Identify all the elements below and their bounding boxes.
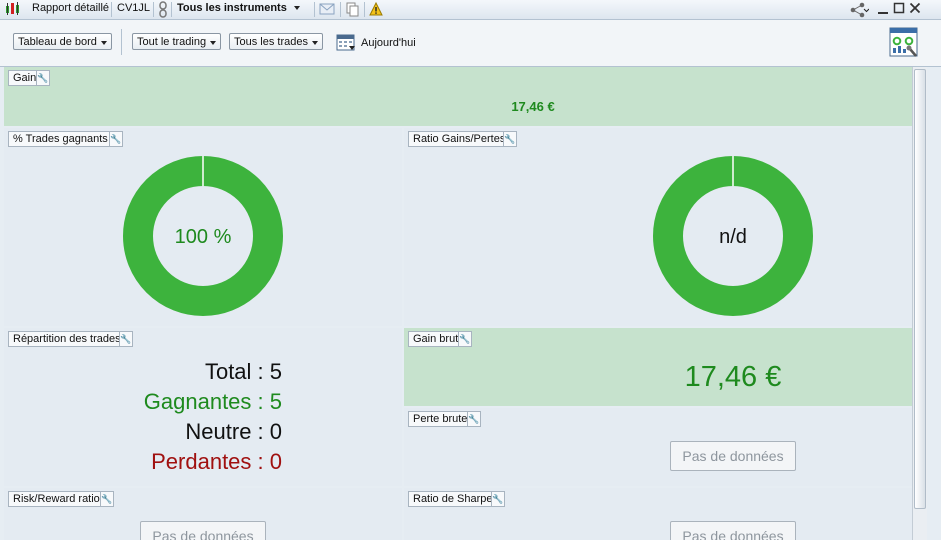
copy-icon[interactable]: [346, 2, 360, 21]
gross-gain-value: 17,46 €: [684, 361, 782, 393]
wrench-icon[interactable]: 🔧: [36, 70, 50, 86]
wrench-icon[interactable]: 🔧: [119, 331, 133, 347]
wrench-icon[interactable]: 🔧: [503, 131, 517, 147]
maximize-icon[interactable]: [893, 1, 905, 20]
view-select[interactable]: Tableau de bord: [13, 33, 112, 50]
link-icon[interactable]: [158, 1, 168, 20]
gross-loss-panel: Perte brute 🔧 Pas de données: [404, 408, 912, 486]
wrench-icon[interactable]: 🔧: [458, 331, 472, 347]
toolbar: Tableau de bord Tout le trading Tous les…: [0, 20, 941, 67]
neutral-stat: Neutre : 0: [185, 419, 282, 444]
warning-icon[interactable]: [369, 1, 383, 21]
win-pct-value: 100 %: [174, 226, 232, 248]
risk-reward-title: Risk/Reward ratio: [8, 491, 105, 507]
report-label[interactable]: Rapport détaillé: [32, 0, 109, 19]
separator: [340, 2, 341, 17]
gain-value: 17,46 €: [511, 99, 555, 114]
sharpe-panel: Ratio de Sharpe 🔧 Pas de données: [404, 488, 912, 540]
ratio-value: n/d: [719, 226, 747, 248]
dropdown-arrow-icon: [293, 6, 300, 11]
scrollbar-thumb[interactable]: [914, 69, 926, 509]
ratio-panel: Ratio Gains/Pertes 🔧 n/d: [404, 128, 912, 326]
instruments-label: Tous les instruments: [177, 2, 287, 14]
wrench-icon[interactable]: 🔧: [109, 131, 123, 147]
separator: [364, 2, 365, 17]
sharpe-nodata: Pas de données: [670, 521, 796, 540]
calendar-icon[interactable]: [336, 32, 356, 55]
wrench-icon[interactable]: 🔧: [100, 491, 114, 507]
vertical-scrollbar[interactable]: [912, 67, 927, 540]
win-pct-panel: % Trades gagnants 🔧 100 %: [4, 128, 402, 326]
trading-select[interactable]: Tout le trading: [132, 33, 222, 50]
share-icon[interactable]: [849, 1, 870, 20]
gross-gain-panel: Gain brut 🔧 17,46 €: [404, 328, 912, 406]
separator: [153, 2, 154, 17]
separator: [171, 2, 172, 17]
sharpe-title: Ratio de Sharpe: [408, 491, 498, 507]
distribution-title: Répartition des trades: [8, 331, 126, 347]
gross-gain-title: Gain brut: [408, 331, 464, 347]
date-label[interactable]: Aujourd'hui: [361, 37, 416, 49]
wrench-icon[interactable]: 🔧: [467, 411, 481, 427]
title-bar: Rapport détaillé CV1JL Tous les instrume…: [0, 0, 941, 20]
separator: [121, 29, 122, 55]
minimize-icon[interactable]: [877, 1, 889, 20]
wrench-icon[interactable]: 🔧: [491, 491, 505, 507]
gross-loss-title: Perte brute: [408, 411, 473, 427]
win-pct-title: % Trades gagnants: [8, 131, 113, 147]
total-stat: Total : 5: [204, 359, 282, 384]
account-label[interactable]: CV1JL: [117, 0, 150, 19]
separator: [111, 2, 112, 17]
risk-reward-panel: Risk/Reward ratio 🔧 Pas de données: [4, 488, 402, 540]
dashboard-settings-icon[interactable]: [889, 27, 919, 62]
instruments-select[interactable]: Tous les instruments: [177, 0, 300, 19]
email-icon[interactable]: [319, 2, 335, 21]
ratio-title: Ratio Gains/Pertes: [408, 131, 511, 147]
losses-stat: Perdantes : 0: [151, 449, 282, 474]
risk-reward-nodata: Pas de données: [140, 521, 266, 540]
distribution-panel: Répartition des trades 🔧 Total : 5 Gagna…: [4, 328, 402, 486]
trades-select[interactable]: Tous les trades: [229, 33, 323, 50]
gain-panel: Gain 🔧 17,46 €: [4, 67, 912, 126]
separator: [314, 2, 315, 17]
close-icon[interactable]: [909, 1, 921, 20]
gross-loss-nodata: Pas de données: [670, 441, 796, 471]
wins-stat: Gagnantes : 5: [143, 389, 282, 414]
chart-icon: [4, 1, 24, 20]
